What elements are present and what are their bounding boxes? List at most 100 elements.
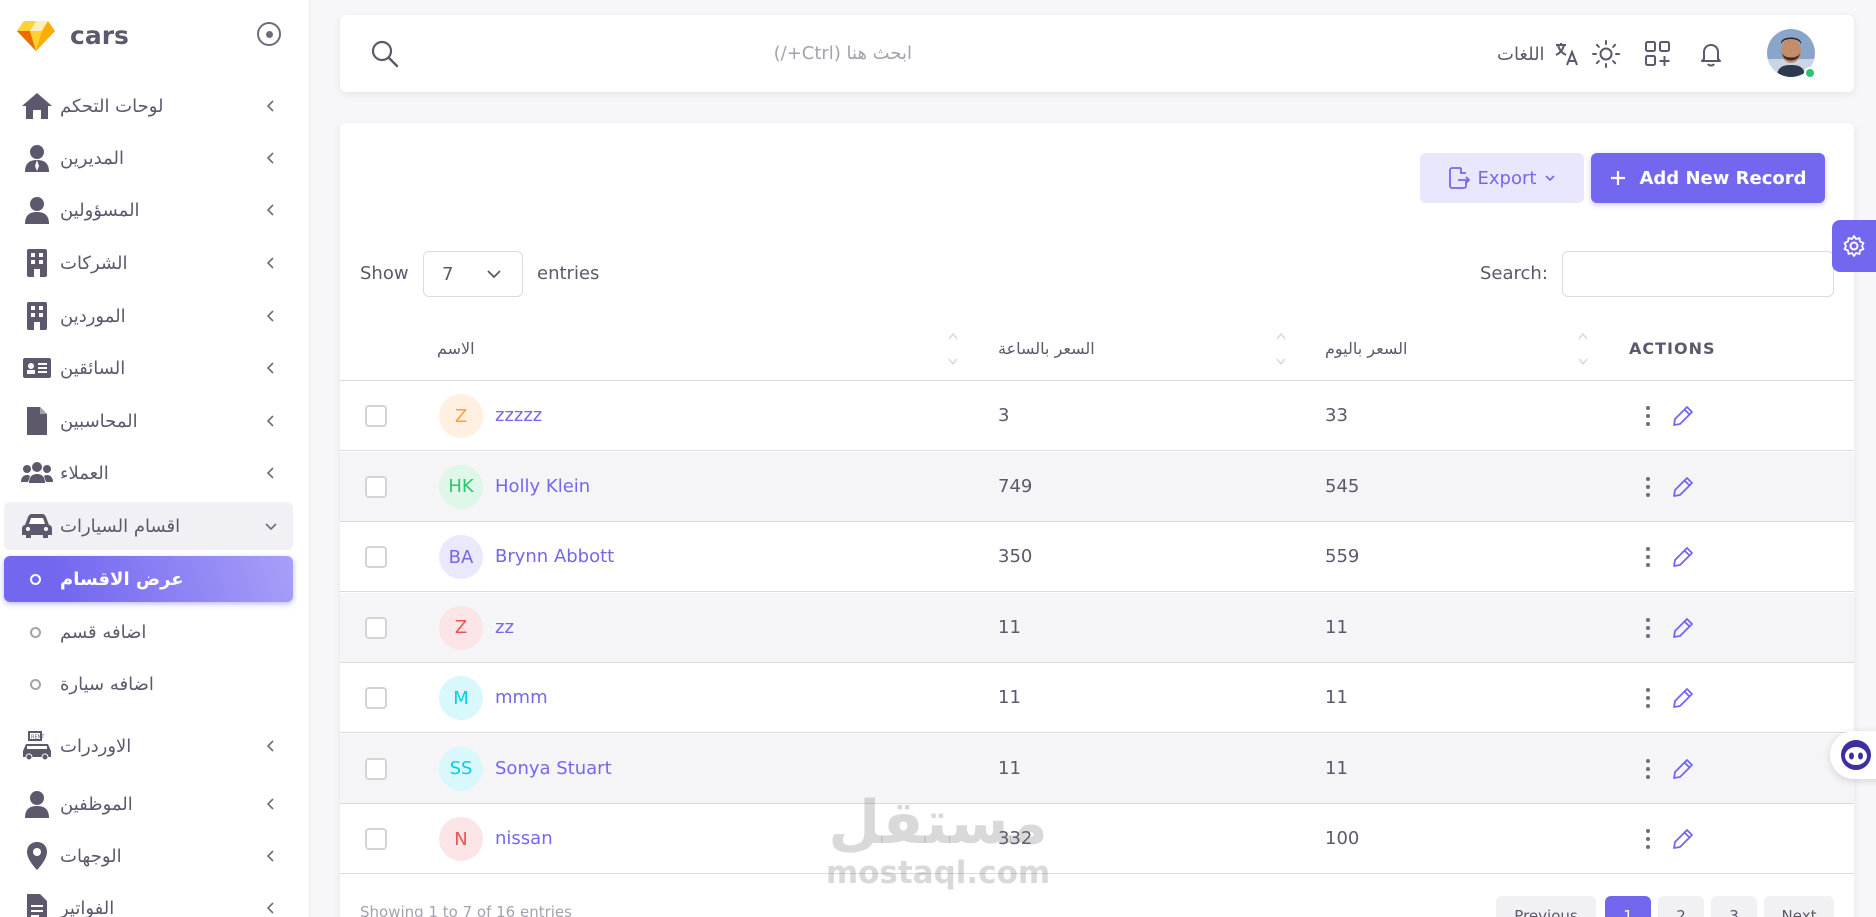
record-name-link[interactable]: Brynn Abbott (495, 546, 614, 567)
translate-icon (1555, 43, 1578, 66)
chevron-left-icon (266, 310, 274, 322)
avatar-initials: M (439, 676, 483, 720)
chatbot-icon (1841, 740, 1871, 770)
orders-icon: RENT (20, 731, 54, 761)
table-row: Zzz 11 11 (340, 592, 1854, 663)
sidebar-item-label: العملاء (60, 462, 109, 484)
more-vertical-icon[interactable] (1636, 754, 1660, 784)
more-vertical-icon[interactable] (1636, 401, 1660, 431)
sidebar-item-accountants[interactable]: المحاسبين (4, 397, 293, 445)
more-vertical-icon[interactable] (1636, 824, 1660, 854)
sidebar-item-label: لوحات التحكم (60, 95, 164, 117)
map-pin-icon (20, 841, 54, 871)
sort-icon[interactable] (1577, 331, 1589, 367)
circle-icon (30, 678, 41, 690)
sidebar-item-clients[interactable]: العملاء (4, 449, 293, 497)
edit-pencil-icon[interactable] (1670, 403, 1694, 429)
sidebar-item-admins[interactable]: المسؤولين (4, 186, 293, 234)
sidebar-item-companies[interactable]: الشركات (4, 239, 293, 287)
app-name: cars (70, 20, 129, 50)
theme-toggle[interactable] (1590, 38, 1622, 70)
edit-pencil-icon[interactable] (1670, 615, 1694, 641)
notifications-button[interactable] (1695, 38, 1727, 70)
shortcuts-button[interactable] (1642, 38, 1674, 70)
row-checkbox[interactable] (365, 546, 387, 568)
file-export-icon (1448, 167, 1470, 189)
pagination-page-3[interactable]: 3 (1711, 896, 1757, 917)
row-checkbox[interactable] (365, 616, 387, 639)
column-header-hourly-price[interactable]: السعر بالساعة (998, 339, 1095, 358)
pagination-page-1[interactable]: 1 (1605, 896, 1651, 917)
record-name-link[interactable]: Sonya Stuart (495, 758, 612, 779)
sidebar-item-invoices[interactable]: الفواتير (4, 884, 293, 917)
language-switcher[interactable]: اللغات (1497, 39, 1581, 69)
export-button[interactable]: Export (1420, 153, 1584, 203)
building-icon (20, 248, 54, 278)
sidebar-item-label: الوجهات (60, 845, 122, 867)
record-name-link[interactable]: Holly Klein (495, 476, 590, 497)
more-vertical-icon[interactable] (1636, 472, 1660, 502)
plus-icon (1611, 171, 1626, 185)
row-checkbox[interactable] (365, 405, 387, 427)
edit-pencil-icon[interactable] (1670, 544, 1694, 570)
sidebar-item-orders[interactable]: RENT الاوردرات (4, 722, 293, 770)
sidebar-subitem-add-car[interactable]: اضافه سيارة (4, 661, 293, 707)
column-header-daily-price[interactable]: السعر باليوم (1325, 339, 1407, 358)
record-name-link[interactable]: zzzzz (495, 405, 542, 426)
search-icon[interactable] (370, 39, 400, 69)
add-new-record-button[interactable]: Add New Record (1591, 153, 1825, 203)
sidebar-item-car-sections[interactable]: اقسام السيارات (4, 502, 293, 550)
row-checkbox[interactable] (365, 757, 387, 780)
avatar-initials: Z (439, 605, 483, 650)
car-icon (20, 511, 54, 541)
row-checkbox[interactable] (365, 828, 387, 850)
pagination-previous[interactable]: Previous (1496, 896, 1596, 917)
record-name-link[interactable]: mmm (495, 687, 548, 708)
sidebar-item-employees[interactable]: الموظفين (4, 780, 293, 828)
chevron-left-icon (266, 100, 274, 112)
sort-icon[interactable] (947, 331, 959, 367)
record-name-link[interactable]: zz (495, 617, 514, 638)
customizer-toggle[interactable] (1832, 220, 1876, 272)
edit-pencil-icon[interactable] (1670, 685, 1694, 711)
page-size-select[interactable]: 7 (423, 251, 523, 297)
sort-icon[interactable] (1275, 331, 1287, 367)
sidebar-item-destinations[interactable]: الوجهات (4, 832, 293, 880)
sidebar-subitem-label: اضافه سيارة (60, 673, 154, 695)
chevron-down-icon (265, 523, 277, 531)
edit-pencil-icon[interactable] (1670, 826, 1694, 852)
sidebar-subitem-add-section[interactable]: اضافه قسم (4, 609, 293, 655)
circle-icon (30, 573, 41, 585)
global-search-input[interactable] (412, 37, 912, 69)
chat-assistant-button[interactable] (1830, 731, 1876, 779)
row-checkbox[interactable] (365, 475, 387, 498)
records-card: Export Add New Record Show 7 entries Sea… (340, 123, 1854, 917)
diamond-logo-icon (17, 21, 55, 51)
sidebar-subitem-view-sections[interactable]: عرض الاقسام (4, 556, 293, 602)
more-vertical-icon[interactable] (1636, 683, 1660, 713)
edit-pencil-icon[interactable] (1670, 756, 1694, 782)
sidebar-item-suppliers[interactable]: الموردين (4, 292, 293, 340)
more-vertical-icon[interactable] (1636, 613, 1660, 643)
table-row: SS Sonya Stuart 11 11 (340, 733, 1854, 804)
sidebar-item-dashboards[interactable]: لوحات التحكم (4, 82, 293, 130)
sidebar-item-drivers[interactable]: السائقين (4, 344, 293, 392)
hourly-price-cell: 749 (998, 475, 1033, 497)
column-header-actions: ACTIONS (1629, 339, 1716, 358)
sidebar-item-label: الاوردرات (60, 735, 132, 757)
pagination-page-2[interactable]: 2 (1658, 896, 1704, 917)
record-name-link[interactable]: nissan (495, 828, 553, 849)
sidebar-item-managers[interactable]: المديرين (4, 134, 293, 182)
pagination-next[interactable]: Next (1764, 896, 1834, 917)
brand[interactable]: cars (16, 14, 129, 56)
users-group-icon (20, 458, 54, 488)
show-label: Show (360, 263, 409, 284)
table-header: الاسم السعر بالساعة السعر باليوم ACTIONS (340, 317, 1854, 483)
collapse-menu-button[interactable] (257, 22, 281, 46)
more-vertical-icon[interactable] (1636, 542, 1660, 572)
table-search-input[interactable] (1562, 251, 1834, 297)
edit-pencil-icon[interactable] (1670, 474, 1694, 500)
row-checkbox[interactable] (365, 687, 387, 709)
daily-price-cell: 11 (1325, 757, 1348, 779)
column-header-name[interactable]: الاسم (437, 339, 475, 358)
